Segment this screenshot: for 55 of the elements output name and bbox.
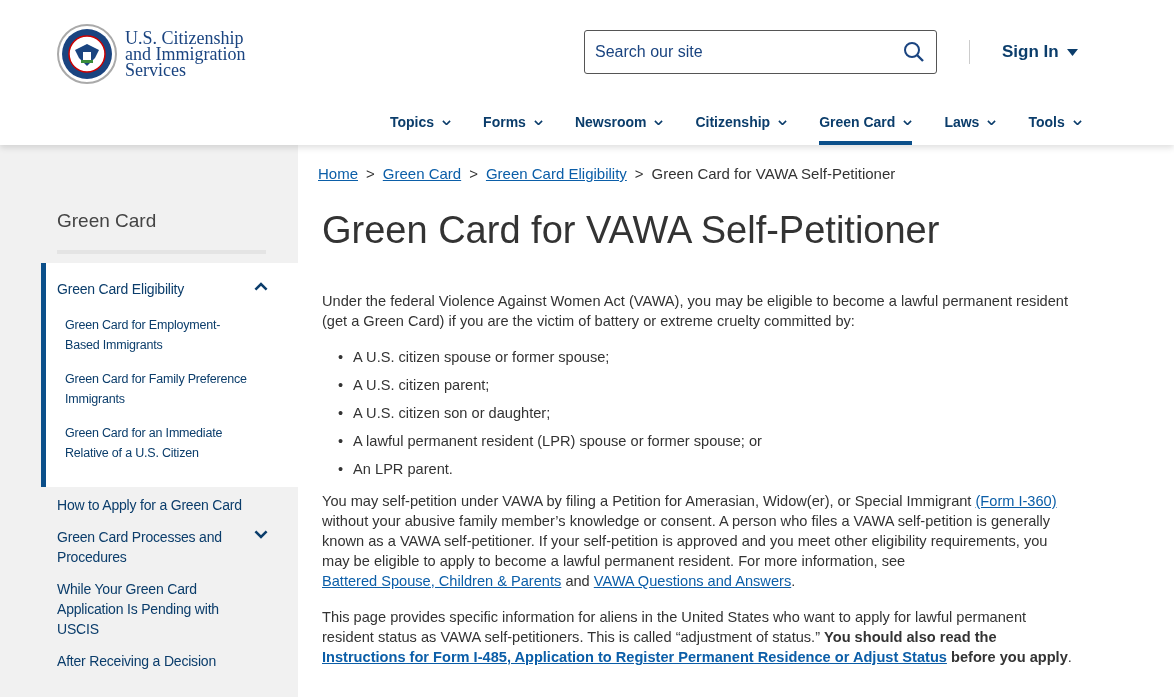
search-field[interactable]: Search our site [584,30,937,74]
chevron-down-icon[interactable] [778,119,788,126]
chevron-down-icon[interactable] [903,119,913,126]
sidebar-sublink[interactable]: Green Card for Family Preference Immigrants [65,368,248,409]
chevron-down-icon[interactable] [987,119,997,126]
list-bullet: • [338,376,344,396]
breadcrumb-link[interactable]: Home [318,163,358,186]
sidebar-link[interactable]: While Your Green Card Application Is Pending with USCIS [57,578,242,639]
nav-tab[interactable]: Tools [1028,104,1082,145]
sidebar-link[interactable]: After Receiving a Decision [57,650,216,671]
nav-tab[interactable]: Topics [390,104,452,145]
nav-tab[interactable]: Citizenship [695,104,788,145]
sidebar-link[interactable]: Green Card Processes and Procedures [57,526,242,567]
list-bullet: • [338,460,344,480]
page-title: Green Card for VAWA Self-Petitioner [322,207,941,253]
sidebar-title: Green Card [57,207,266,254]
chevron-up-icon[interactable] [254,281,268,291]
nav-tab[interactable]: Laws [944,104,997,145]
breadcrumb-link[interactable]: Green Card [382,163,462,186]
sidebar-sublink[interactable]: Green Card for Employment-Based Immigrants [65,314,248,355]
list-bullet: • [338,404,344,424]
sidebar-link[interactable]: How to Apply for a Green Card [57,494,242,515]
sign-in-button[interactable]: Sign In [1002,39,1078,65]
list-bullet: • [338,348,344,368]
list-item: A U.S. citizen spouse or former spouse; [353,348,610,368]
breadcrumb-current: Green Card for VAWA Self-Petitioner [651,164,896,184]
search-icon[interactable] [903,41,925,63]
breadcrumb-link[interactable]: Green Card Eligibility [485,163,627,186]
list-bullet: • [338,432,344,452]
breadcrumb-separator: > [634,164,644,184]
nav-tab[interactable]: Newsroom [574,104,664,145]
list-item: An LPR parent. [353,460,453,480]
chevron-down-icon[interactable] [442,119,452,126]
breadcrumb-separator: > [366,164,375,184]
text-link[interactable]: Instructions for Form I-485, Application to Register Permanent Residence or Adjust Status [322,649,947,666]
list-item: A U.S. citizen son or daughter; [353,404,551,424]
body-paragraph: This page provides specific information for aliens in the United States who want to apply for lawful permanent resident status as VAWA self-petitioners. This is called “adjustment of status.” You should also read the Instructions for Form I-485, Application to Register Permanent Residence or Adjust Status before you apply. [322,608,1073,668]
chevron-down-icon[interactable] [533,119,543,126]
agency-name[interactable]: U.S. Citizenship and Immigration Services [125,29,246,78]
caret-icon[interactable] [1066,48,1078,56]
body-paragraph: You may self-petition under VAWA by filing a Petition for Amerasian, Widow(er), or Special Immigrant (Form I-360) without your abusive family member’s knowledge or consent. A person who files a VAWA self-petition is generally known as a VAWA self-petitioner. If your self-petition is approved and you meet other eligibility requirements, you may be eligible to apply to become a lawful permanent resident. For more information, see Battered Spouse, Children & Parents and VAWA Questions and Answers. [322,492,1058,592]
nav-tab[interactable]: Green Card [819,104,913,145]
chevron-down-icon[interactable] [1072,119,1082,126]
sidebar-link[interactable]: Green Card Eligibility [57,278,185,299]
nav-tab[interactable]: Forms [483,104,543,145]
seal-logo[interactable] [57,23,117,84]
text-link[interactable]: (Form I-360) [975,493,1057,510]
list-item: A U.S. citizen parent; [353,376,490,396]
sidebar-sublink[interactable]: Green Card for an Immediate Relative of a U.S. Citizen [65,422,248,463]
text-link[interactable]: Battered Spouse, Children & Parents [322,573,562,590]
intro-paragraph: Under the federal Violence Against Women Act (VAWA), you may be eligible to become a lawful permanent resident (get a Green Card) if you are the victim of battery or extreme cruelty committed by: [322,292,1070,332]
chevron-down-icon[interactable] [654,119,664,126]
list-item: A lawful permanent resident (LPR) spouse or former spouse; or [353,432,762,452]
breadcrumb-separator: > [469,164,478,184]
chevron-down-icon[interactable] [254,529,268,539]
